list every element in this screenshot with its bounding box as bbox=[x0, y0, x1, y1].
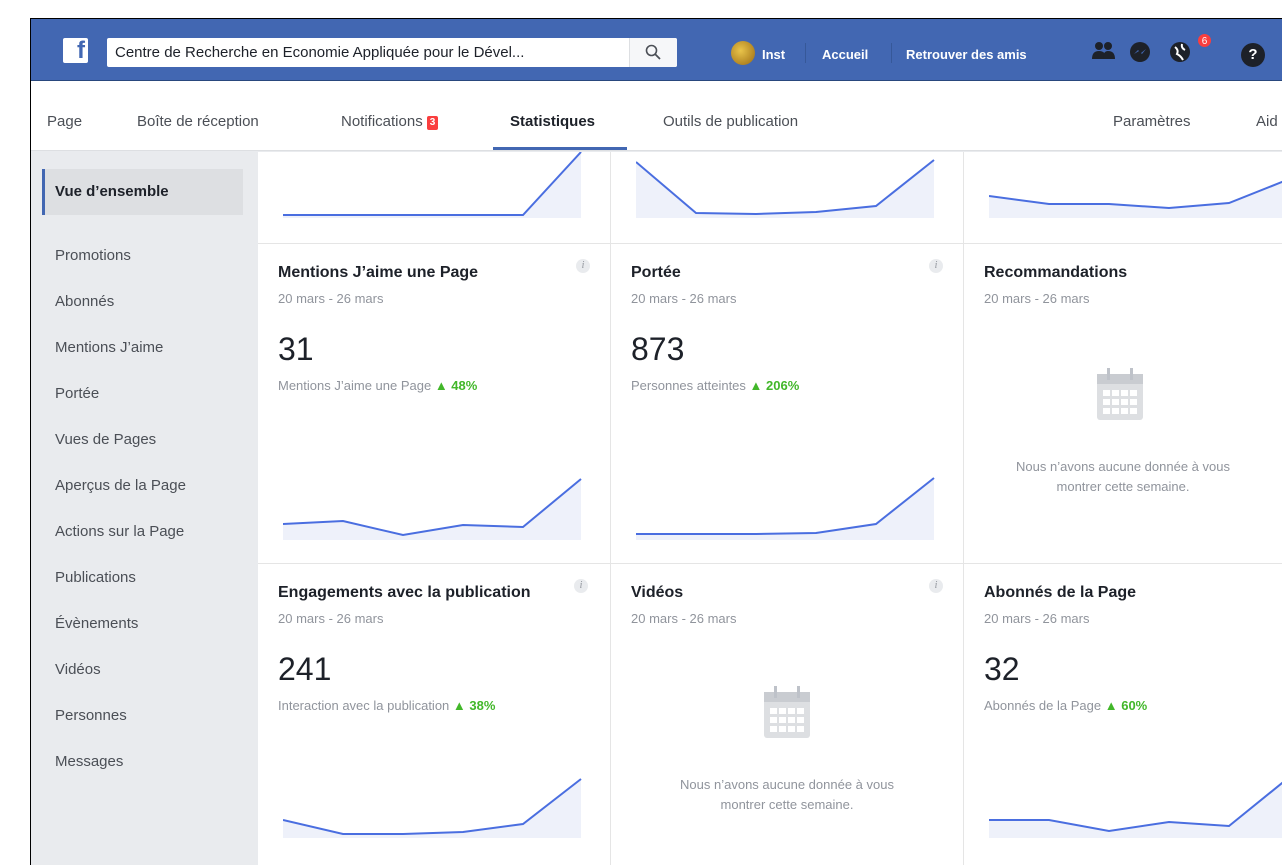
calendar-icon bbox=[764, 686, 810, 738]
card-title: Mentions J’aime une Page bbox=[278, 264, 479, 281]
sidebar-item-videos[interactable]: Vidéos bbox=[55, 661, 101, 678]
card-title: Engagements avec la publication bbox=[278, 584, 531, 601]
sidebar-item-page-views[interactable]: Vues de Pages bbox=[55, 431, 156, 448]
tab-statistics[interactable]: Statistiques bbox=[510, 113, 595, 130]
sidebar: Vue d’ensemble Promotions Abonnés Mentio… bbox=[31, 152, 258, 865]
card-subtitle: Abonnés de la Page ▲ 60% bbox=[984, 698, 1148, 713]
card-value: 31 bbox=[278, 331, 314, 367]
delta-badge: ▲ 206% bbox=[749, 378, 800, 393]
notification-badge: 6 bbox=[1197, 33, 1212, 48]
card-value: 873 bbox=[631, 331, 685, 367]
notifications-globe-icon[interactable] bbox=[1169, 41, 1191, 63]
search-value[interactable]: Centre de Recherche en Economie Appliqué… bbox=[115, 44, 524, 61]
sparkline bbox=[283, 478, 582, 540]
sidebar-item-posts[interactable]: Publications bbox=[55, 569, 136, 586]
card-page-likes[interactable]: Mentions J’aime une Page i 20 mars - 26 … bbox=[258, 244, 611, 564]
profile-link[interactable]: Inst bbox=[762, 47, 785, 62]
tab-notifications-label: Notifications bbox=[341, 113, 423, 130]
sparkline bbox=[989, 180, 1282, 218]
card-date: 20 mars - 26 mars bbox=[278, 611, 384, 626]
tab-settings[interactable]: Paramètres bbox=[1113, 113, 1191, 130]
sidebar-item-followers[interactable]: Abonnés bbox=[55, 293, 114, 310]
insights-cards: Mentions J’aime une Page i 20 mars - 26 … bbox=[258, 152, 1282, 865]
sidebar-item-overview[interactable]: Vue d’ensemble bbox=[42, 169, 243, 215]
active-tab-underline bbox=[493, 147, 627, 150]
no-data-message: Nous n’avons aucune donnée à vous montrer… bbox=[680, 777, 894, 812]
sparkline bbox=[636, 477, 935, 540]
sidebar-item-page-actions[interactable]: Actions sur la Page bbox=[55, 523, 184, 540]
sidebar-item-people[interactable]: Personnes bbox=[55, 707, 127, 724]
card-subtitle: Personnes atteintes ▲ 206% bbox=[631, 378, 800, 393]
card-videos[interactable]: Vidéos i 20 mars - 26 mars Nous n’avons … bbox=[611, 564, 964, 865]
card-title: Recommandations bbox=[984, 264, 1128, 281]
help-icon[interactable]: ? bbox=[1241, 43, 1265, 67]
card-date: 20 mars - 26 mars bbox=[631, 611, 737, 626]
sidebar-item-events[interactable]: Évènements bbox=[55, 615, 138, 632]
card-page-followers[interactable]: Abonnés de la Page 20 mars - 26 mars 32 … bbox=[964, 564, 1282, 865]
avatar[interactable] bbox=[731, 41, 755, 65]
info-icon[interactable]: i bbox=[574, 579, 588, 593]
sparkline bbox=[283, 152, 582, 218]
card-date: 20 mars - 26 mars bbox=[984, 611, 1090, 626]
tab-notifications[interactable]: Notifications 3 bbox=[341, 113, 439, 130]
no-data-message: Nous n’avons aucune donnée à vous montrer… bbox=[1016, 459, 1230, 494]
sidebar-item-page-previews[interactable]: Aperçus de la Page bbox=[55, 477, 186, 494]
card-subtitle: Interaction avec la publication ▲ 38% bbox=[278, 698, 496, 713]
notifications-count-badge: 3 bbox=[426, 116, 439, 130]
card-title: Portée bbox=[631, 264, 681, 281]
card-title: Abonnés de la Page bbox=[984, 584, 1137, 601]
card-value: 241 bbox=[278, 651, 332, 687]
card-value: 32 bbox=[984, 651, 1020, 687]
page-nav: Page Boîte de réception Notifications 3 S… bbox=[31, 81, 1282, 151]
facebook-logo-icon[interactable]: f bbox=[63, 37, 88, 64]
delta-badge: ▲ 38% bbox=[452, 698, 496, 713]
card-post-engagement[interactable]: Engagements avec la publication i 20 mar… bbox=[258, 564, 611, 865]
card-partial[interactable] bbox=[964, 152, 1282, 244]
sidebar-item-likes[interactable]: Mentions J’aime bbox=[55, 339, 163, 356]
sparkline bbox=[989, 781, 1282, 838]
sidebar-item-reach[interactable]: Portée bbox=[55, 385, 99, 402]
top-bar: f Centre de Recherche en Economie Appliq… bbox=[31, 19, 1282, 81]
card-partial[interactable] bbox=[258, 152, 611, 244]
calendar-icon bbox=[1097, 368, 1143, 420]
delta-badge: ▲ 48% bbox=[434, 378, 478, 393]
tab-help[interactable]: Aid bbox=[1256, 113, 1278, 130]
sparkline bbox=[636, 159, 935, 218]
app-window: f Centre de Recherche en Economie Appliq… bbox=[30, 18, 1282, 865]
messenger-icon[interactable] bbox=[1129, 41, 1151, 63]
tab-page[interactable]: Page bbox=[47, 113, 82, 130]
divider bbox=[891, 43, 892, 63]
tab-publishing-tools[interactable]: Outils de publication bbox=[663, 113, 798, 130]
divider bbox=[805, 43, 806, 63]
info-icon[interactable]: i bbox=[929, 259, 943, 273]
info-icon[interactable]: i bbox=[576, 259, 590, 273]
find-friends-link[interactable]: Retrouver des amis bbox=[906, 47, 1027, 62]
card-title: Vidéos bbox=[631, 584, 684, 601]
search-icon bbox=[645, 44, 661, 60]
sidebar-item-messages[interactable]: Messages bbox=[55, 753, 123, 770]
delta-badge: ▲ 60% bbox=[1104, 698, 1148, 713]
sparkline bbox=[283, 778, 582, 838]
sidebar-item-promotions[interactable]: Promotions bbox=[55, 247, 131, 264]
home-link[interactable]: Accueil bbox=[822, 47, 868, 62]
info-icon[interactable]: i bbox=[929, 579, 943, 593]
card-date: 20 mars - 26 mars bbox=[631, 291, 737, 306]
card-subtitle: Mentions J’aime une Page ▲ 48% bbox=[278, 378, 478, 393]
search-input[interactable]: Centre de Recherche en Economie Appliqué… bbox=[107, 38, 677, 67]
card-date: 20 mars - 26 mars bbox=[984, 291, 1090, 306]
card-partial[interactable] bbox=[611, 152, 964, 244]
search-button[interactable] bbox=[629, 38, 677, 67]
card-reach[interactable]: Portée i 20 mars - 26 mars 873 Personnes… bbox=[611, 244, 964, 564]
card-recommendations[interactable]: Recommandations 20 mars - 26 mars Nous n… bbox=[964, 244, 1282, 564]
card-date: 20 mars - 26 mars bbox=[278, 291, 384, 306]
tab-inbox[interactable]: Boîte de réception bbox=[137, 113, 259, 130]
friend-requests-icon[interactable] bbox=[1091, 41, 1117, 61]
